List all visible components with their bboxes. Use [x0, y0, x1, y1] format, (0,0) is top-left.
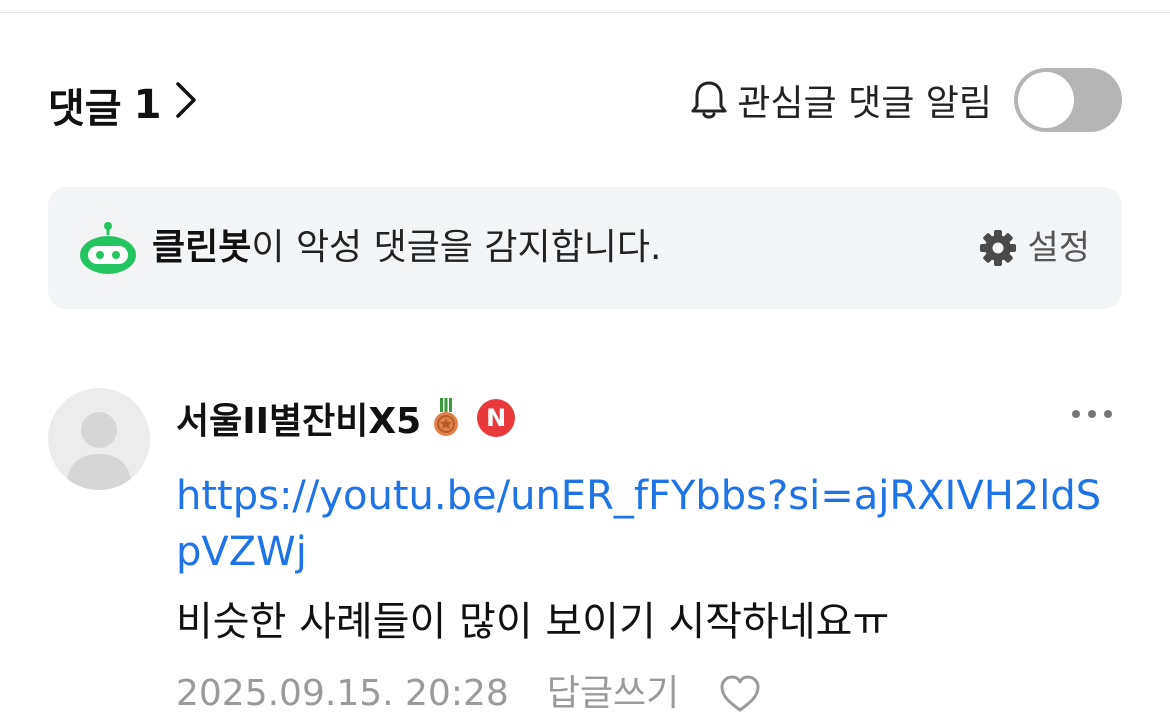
default-avatar-icon: [66, 412, 132, 490]
reply-button[interactable]: 답글쓰기: [547, 668, 679, 720]
bell-icon: [691, 81, 727, 119]
new-badge: N: [477, 399, 516, 437]
cleanbot-settings-button[interactable]: 설정: [979, 223, 1090, 273]
medal-icon: [434, 398, 459, 436]
comment-timestamp: 2025.09.15. 20:28: [176, 673, 509, 714]
notify-toggle[interactable]: [1014, 68, 1122, 132]
comments-title-link[interactable]: 댓글 1: [48, 76, 197, 134]
cleanbot-text: 이 악성 댓글을 감지합니다.: [251, 227, 662, 268]
cleanbot-brand: 클린봇: [152, 227, 252, 268]
author-name[interactable]: 서울II별잔비X5: [176, 392, 421, 444]
avatar[interactable]: [48, 388, 150, 490]
robot-icon: [80, 222, 136, 274]
top-divider: [0, 12, 1170, 13]
heart-icon[interactable]: [719, 674, 761, 714]
cleanbot-banner: 클린봇이 악성 댓글을 감지합니다. 설정: [48, 187, 1122, 309]
comments-title: 댓글: [48, 86, 122, 132]
comment-notification: 관심글 댓글 알림: [687, 68, 1122, 132]
comment-link[interactable]: https://youtu.be/unER_fFYbbs?si=ajRXIVH2…: [176, 468, 1126, 580]
comment-text: 비슷한 사례들이 많이 보이기 시작하네요ㅠ: [176, 599, 890, 645]
toggle-knob: [1018, 72, 1074, 128]
more-icon[interactable]: [1070, 402, 1114, 426]
cleanbot-message: 클린봇이 악성 댓글을 감지합니다.: [152, 223, 661, 273]
gear-icon: [980, 230, 1017, 266]
notify-label: 관심글 댓글 알림: [737, 83, 992, 124]
settings-label: 설정: [1027, 228, 1090, 268]
author-row: 서울II별잔비X5 N: [176, 392, 516, 444]
comments-count: 1: [133, 82, 162, 128]
comment-meta: 2025.09.15. 20:28 답글쓰기: [176, 668, 761, 720]
chevron-right-icon: [175, 81, 197, 129]
comments-header: 댓글 1 관심글 댓글 알림: [48, 68, 1122, 132]
